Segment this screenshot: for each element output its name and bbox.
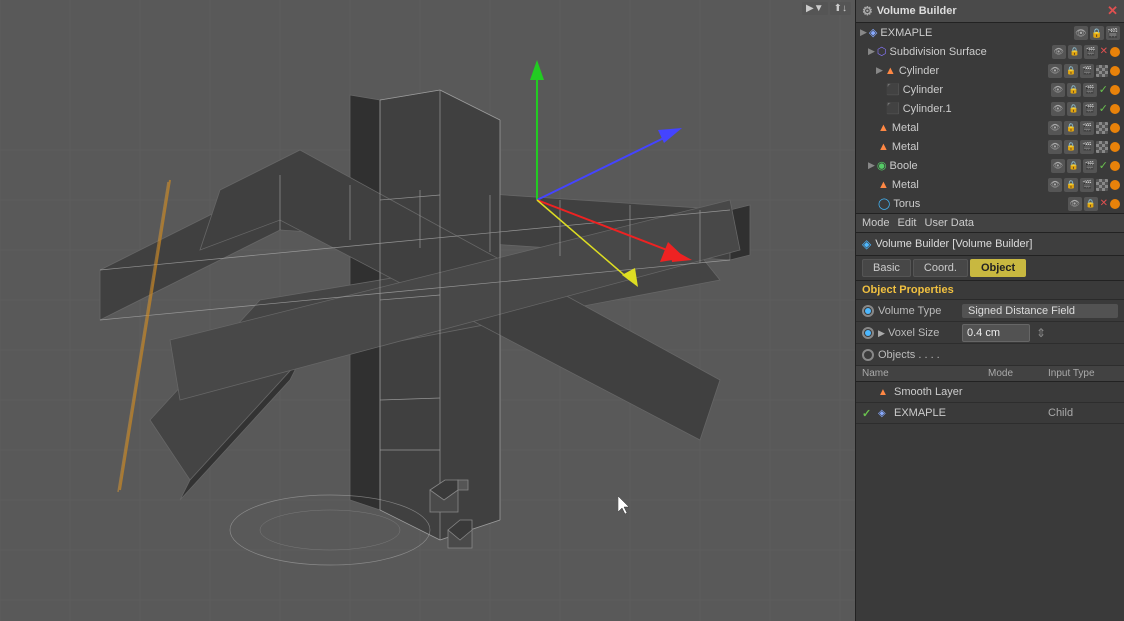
tree-item-exmaple[interactable]: ▶ ◈ EXMAPLE 👁 🔒 🎬	[856, 23, 1124, 42]
tree-item-cylinder-grp[interactable]: ▶ ▲ Cylinder 👁 🔒 🎬	[856, 61, 1124, 80]
properties-panel: Mode Edit User Data ◈ Volume Builder [Vo…	[856, 214, 1124, 621]
tree-item-cylinder1[interactable]: ⬛ Cylinder 👁 🔒 🎬 ✓	[856, 80, 1124, 99]
hierarchy-title: Volume Builder	[877, 5, 957, 17]
objects-row: Objects . . . .	[856, 344, 1124, 366]
tree-item-torus[interactable]: ◯ Torus 👁 🔒 ✕	[856, 194, 1124, 213]
objects-radio[interactable]	[862, 349, 874, 361]
gear-icon: ⚙	[862, 4, 873, 18]
viewport-btn-1[interactable]: ▶▼	[802, 2, 828, 15]
col-mode-header: Mode	[988, 368, 1048, 379]
properties-title: ◈ Volume Builder [Volume Builder]	[856, 233, 1124, 256]
volume-type-row: Volume Type Signed Distance Field	[856, 300, 1124, 322]
smooth-icon: ▲	[878, 386, 894, 398]
viewport-3d[interactable]: ▶▼ ⬆↓	[0, 0, 855, 621]
col-name-header: Name	[862, 368, 988, 379]
volume-type-label: Volume Type	[878, 305, 958, 317]
exmaple-input-type: Child	[1048, 407, 1118, 419]
volume-type-radio[interactable]	[862, 305, 874, 317]
user-data-button[interactable]: User Data	[925, 217, 975, 229]
viewport-btn-2[interactable]: ⬆↓	[830, 2, 851, 15]
table-row-exmaple[interactable]: ✓ ◈ EXMAPLE Child	[856, 403, 1124, 424]
tree-item-boole[interactable]: ▶ ◉ Boole 👁 🔒 🎬 ✓	[856, 156, 1124, 175]
tree-item-metal3[interactable]: ▲ Metal 👁 🔒 🎬	[856, 175, 1124, 194]
hierarchy-header: ⚙ Volume Builder ✕	[856, 0, 1124, 23]
close-icon[interactable]: ✕	[1107, 3, 1118, 19]
object-properties-title: Object Properties	[856, 281, 1124, 300]
properties-title-text: Volume Builder [Volume Builder]	[875, 238, 1032, 250]
exmaple-check: ✓	[862, 407, 878, 420]
tab-coord[interactable]: Coord.	[913, 259, 968, 277]
tab-object[interactable]: Object	[970, 259, 1026, 277]
scene-hierarchy: ⚙ Volume Builder ✕ ▶ ◈ EXMAPLE 👁 🔒 🎬 ▶ ⬡…	[856, 0, 1124, 214]
voxel-size-radio[interactable]	[862, 327, 874, 339]
properties-tabs: Basic Coord. Object	[856, 256, 1124, 281]
exmaple-name: EXMAPLE	[894, 407, 988, 419]
voxel-size-row: ▶ Voxel Size ⇕	[856, 322, 1124, 344]
mode-button[interactable]: Mode	[862, 217, 890, 229]
tree-item-metal1[interactable]: ▲ Metal 👁 🔒 🎬	[856, 118, 1124, 137]
viewport-header: ▶▼ ⬆↓	[798, 0, 855, 17]
right-panel: ⚙ Volume Builder ✕ ▶ ◈ EXMAPLE 👁 🔒 🎬 ▶ ⬡…	[855, 0, 1124, 621]
edit-button[interactable]: Edit	[898, 217, 917, 229]
voxel-size-input[interactable]	[962, 324, 1030, 342]
tab-basic[interactable]: Basic	[862, 259, 911, 277]
objects-table-header: Name Mode Input Type	[856, 366, 1124, 382]
objects-label: Objects . . . .	[878, 349, 958, 361]
tree-item-subd[interactable]: ▶ ⬡ Subdivision Surface 👁 🔒 🎬 ✕	[856, 42, 1124, 61]
tree-item-metal2[interactable]: ▲ Metal 👁 🔒 🎬	[856, 137, 1124, 156]
tree-item-cylinder2[interactable]: ⬛ Cylinder.1 👁 🔒 🎬 ✓	[856, 99, 1124, 118]
smooth-name: Smooth Layer	[894, 386, 988, 398]
table-row-smooth[interactable]: ▲ Smooth Layer	[856, 382, 1124, 403]
col-input-header: Input Type	[1048, 368, 1118, 379]
exmaple-icon: ◈	[878, 407, 894, 419]
properties-toolbar: Mode Edit User Data	[856, 214, 1124, 233]
volume-type-value: Signed Distance Field	[962, 304, 1118, 318]
voxel-size-label: ▶ Voxel Size	[878, 327, 958, 339]
objects-table: ▲ Smooth Layer ✓ ◈ EXMAPLE Child	[856, 382, 1124, 621]
